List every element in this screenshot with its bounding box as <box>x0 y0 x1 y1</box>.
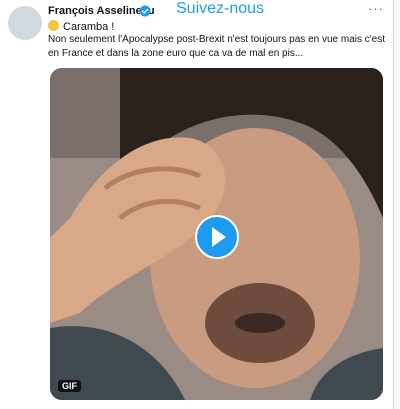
sweat-smile-emoji-icon <box>48 20 59 31</box>
tweet-first-line-text: Caramba ! <box>63 21 115 33</box>
tweet-body: Non seulement l'Apocalypse post-Brexit n… <box>48 34 386 59</box>
follow-banner[interactable]: Suivez-nous <box>176 0 286 18</box>
play-button[interactable] <box>195 215 239 259</box>
tweet-card[interactable]: François Asselineau Suivez-nous ··· Cara… <box>0 0 394 409</box>
avatar[interactable] <box>8 6 42 40</box>
tweet-first-line: Caramba ! <box>48 20 114 33</box>
verified-badge-icon <box>139 5 151 17</box>
gif-badge: GIF <box>58 380 81 392</box>
more-options-icon[interactable]: ··· <box>368 1 384 16</box>
